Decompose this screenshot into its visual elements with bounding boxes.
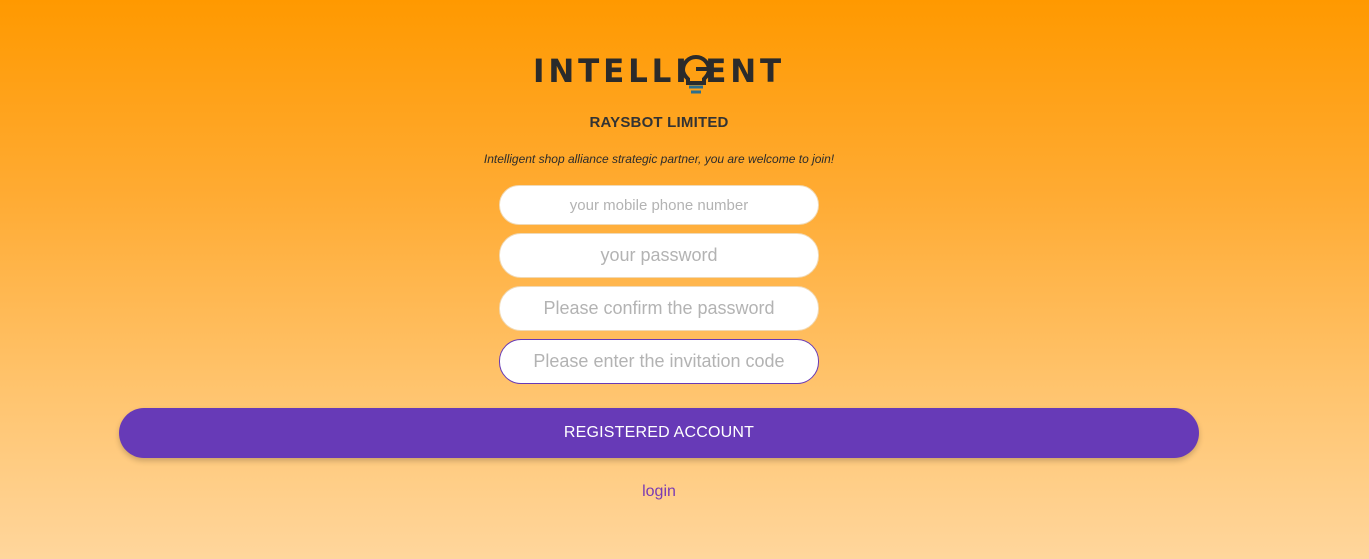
confirm-password-input[interactable]: [499, 286, 819, 331]
company-name: RAYSBOT LIMITED: [589, 114, 729, 131]
register-page: INTELLI ENT RAYSBOT LIMITED Intelligent …: [0, 0, 1369, 559]
svg-text:INTELLI ENT: INTELLI ENT: [533, 52, 785, 90]
intelligent-logo: INTELLI ENT: [533, 52, 785, 94]
tagline: Intelligent shop alliance strategic part…: [483, 152, 835, 166]
login-link[interactable]: login: [0, 483, 1318, 501]
phone-input[interactable]: [499, 185, 819, 225]
register-button[interactable]: REGISTERED ACCOUNT: [119, 408, 1199, 458]
password-input[interactable]: [499, 233, 819, 278]
invitation-code-input[interactable]: [499, 339, 819, 384]
